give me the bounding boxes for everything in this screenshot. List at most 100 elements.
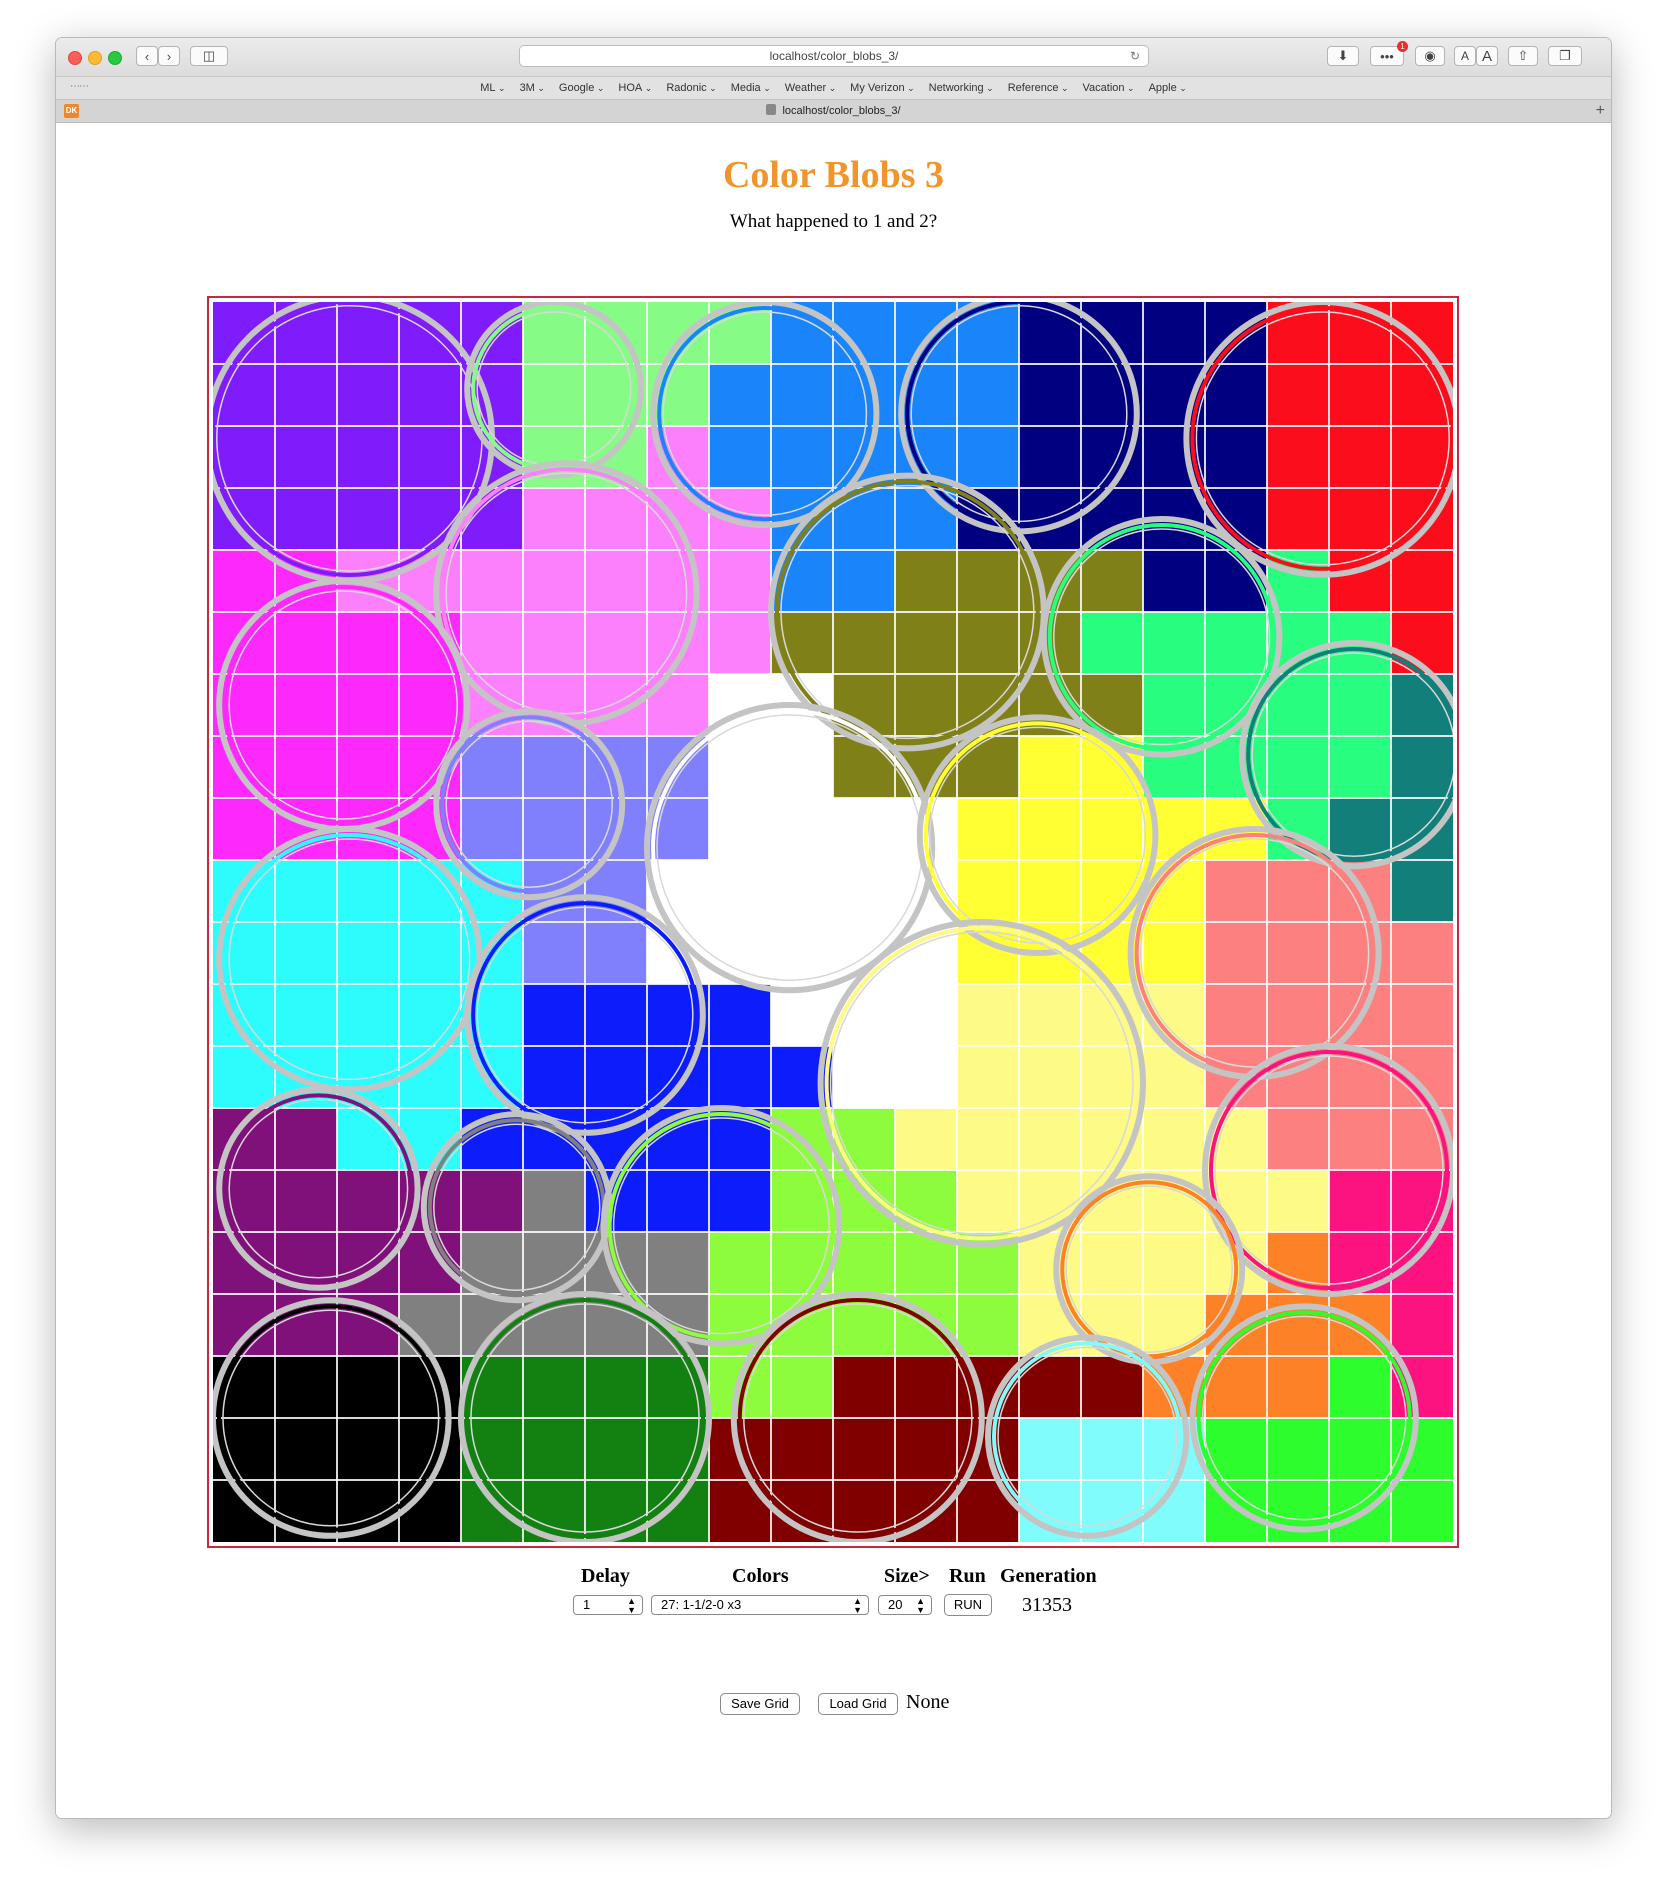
grid-cell[interactable] [275,1170,338,1233]
grid-cell[interactable] [771,860,834,923]
grid-cell[interactable] [957,736,1020,799]
grid-cell[interactable] [1267,1108,1330,1171]
grid-cell[interactable] [523,488,586,551]
grid-cell[interactable] [1329,1356,1392,1419]
text-larger-button[interactable]: A [1476,46,1498,66]
bookmark-item[interactable]: Networking [929,77,994,99]
grid-cell[interactable] [523,922,586,985]
grid-cell[interactable] [1267,1356,1330,1419]
grid-cell[interactable] [213,798,276,861]
grid-cell[interactable] [523,736,586,799]
back-icon[interactable]: ‹ [136,46,158,66]
grid-cell[interactable] [771,736,834,799]
grid-cell[interactable] [275,426,338,489]
grid-cell[interactable] [895,1418,958,1481]
grid-cell[interactable] [1019,1232,1082,1295]
grid-cell[interactable] [523,364,586,427]
grid-cell[interactable] [337,736,400,799]
grid-cell[interactable] [833,1418,896,1481]
grid-cell[interactable] [895,550,958,613]
grid-cell[interactable] [275,736,338,799]
blob-grid[interactable] [207,296,1459,1548]
new-tab-icon[interactable]: + [1596,100,1605,122]
minimize-window-button[interactable] [88,51,102,65]
grid-cell[interactable] [1391,426,1453,489]
grid-cell[interactable] [1019,426,1082,489]
grid-cell[interactable] [957,364,1020,427]
grid-cell[interactable] [337,1170,400,1233]
grid-cell[interactable] [337,860,400,923]
bookmark-item[interactable]: Weather [785,77,836,99]
bookmark-item[interactable]: My Verizon [850,77,914,99]
grid-cell[interactable] [275,1418,338,1481]
grid-cell[interactable] [585,922,648,985]
grid-cell[interactable] [1143,550,1206,613]
zoom-window-button[interactable] [108,51,122,65]
grid-cell[interactable] [399,1480,462,1542]
grid-cell[interactable] [1205,612,1268,675]
save-grid-button[interactable]: Save Grid [720,1693,800,1715]
grid-cell[interactable] [275,364,338,427]
grid-cell[interactable] [523,1046,586,1109]
grid-cell[interactable] [1081,612,1144,675]
tabs-overview-icon[interactable]: ❐ [1548,46,1582,66]
grid-cell[interactable] [1019,798,1082,861]
extensions-icon[interactable]: ••• 1 [1370,41,1408,66]
grid-cell[interactable] [1391,550,1453,613]
grid-cell[interactable] [1267,922,1330,985]
grid-cell[interactable] [957,550,1020,613]
text-smaller-button[interactable]: A [1454,46,1476,66]
grid-cell[interactable] [1329,922,1392,985]
grid-cell[interactable] [647,1170,710,1233]
grid-cell[interactable] [833,1356,896,1419]
grid-cell[interactable] [1329,364,1392,427]
grid-cell[interactable] [1391,1294,1453,1357]
grid-cell[interactable] [771,364,834,427]
grid-cell[interactable] [1081,1232,1144,1295]
grid-cell[interactable] [771,984,834,1047]
grid-cell[interactable] [337,612,400,675]
grid-cell[interactable] [957,612,1020,675]
grid-cell[interactable] [1267,1170,1330,1233]
grid-cell[interactable] [275,1108,338,1171]
grid-cell[interactable] [1019,736,1082,799]
grid-cell[interactable] [585,550,648,613]
grid-cell[interactable] [1329,1108,1392,1171]
grid-cell[interactable] [1081,1356,1144,1419]
grid-cell[interactable] [1267,364,1330,427]
grid-cell[interactable] [399,364,462,427]
grid-cell[interactable] [1391,1480,1453,1542]
grid-cell[interactable] [1267,488,1330,551]
grid-cell[interactable] [1329,674,1392,737]
grid-cell[interactable] [1391,736,1453,799]
grid-cell[interactable] [1019,984,1082,1047]
grid-cell[interactable] [709,798,772,861]
run-button[interactable]: RUN [944,1594,992,1616]
grid-cell[interactable] [1267,736,1330,799]
grid-cell[interactable] [957,1046,1020,1109]
grid-cell[interactable] [1081,1418,1144,1481]
grid-cell[interactable] [337,674,400,737]
grid-cell[interactable] [1329,736,1392,799]
grid-cell[interactable] [895,1108,958,1171]
grid-cell[interactable] [461,1170,524,1233]
grid-cell[interactable] [709,1046,772,1109]
grid-cell[interactable] [585,1046,648,1109]
grid-cell[interactable] [399,426,462,489]
grid-cell[interactable] [1143,1108,1206,1171]
grid-cell[interactable] [337,364,400,427]
close-window-button[interactable] [68,51,82,65]
grid-cell[interactable] [1267,984,1330,1047]
grid-cell[interactable] [709,550,772,613]
grid-cell[interactable] [895,612,958,675]
grid-cell[interactable] [275,674,338,737]
grid-cell[interactable] [275,612,338,675]
privacy-icon[interactable]: ◉ [1415,46,1445,66]
grid-cell[interactable] [957,860,1020,923]
grid-cell[interactable] [399,1294,462,1357]
grid-cell[interactable] [1019,860,1082,923]
grid-cell[interactable] [1143,612,1206,675]
grid-cell[interactable] [585,984,648,1047]
grid-cell[interactable] [1019,364,1082,427]
grid-cell[interactable] [1329,798,1392,861]
